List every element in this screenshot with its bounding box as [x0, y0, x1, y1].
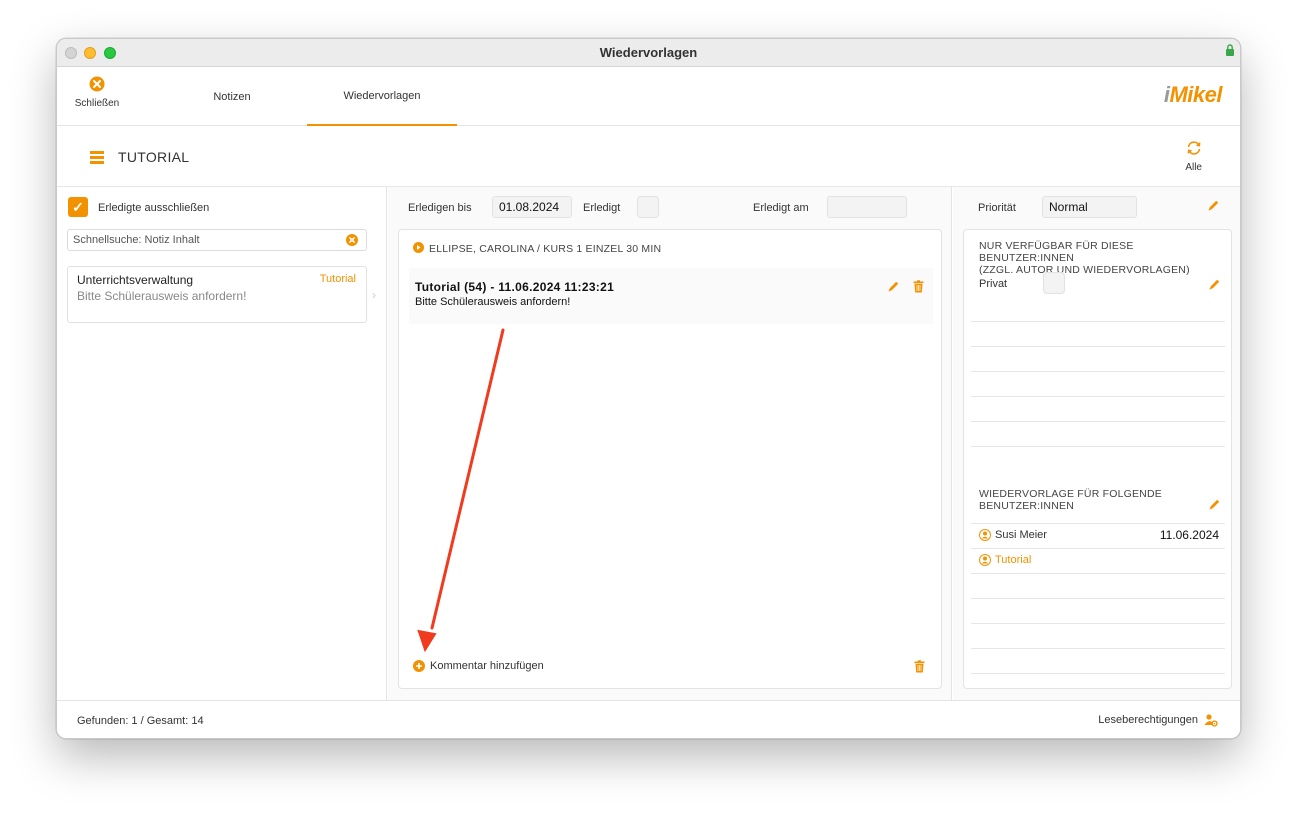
edit-availability-icon[interactable] — [1208, 278, 1221, 291]
note-panel: ELLIPSE, CAROLINA / KURS 1 EINZEL 30 MIN… — [398, 229, 942, 689]
done-at-field[interactable] — [827, 196, 907, 218]
followup-title: WIEDERVORLAGE FÜR FOLGENDE BENUTZER:INNE… — [979, 488, 1162, 512]
done-at-label: Erledigt am — [753, 202, 809, 214]
availability-title: NUR VERFÜGBAR FÜR DIESE BENUTZER:INNEN (… — [979, 240, 1190, 276]
note-entry: Tutorial (54) - 11.06.2024 11:23:21 Bitt… — [409, 268, 933, 324]
close-button[interactable]: Schließen — [71, 76, 123, 109]
clear-search-icon[interactable] — [346, 234, 358, 246]
found-count: Gefunden: 1 / Gesamt: 14 — [77, 715, 204, 727]
note-title: Tutorial (54) - 11.06.2024 11:23:21 — [415, 280, 615, 294]
note-body: Bitte Schülerausweis anfordern! — [415, 296, 571, 308]
plus-circle-icon — [413, 660, 425, 672]
done-label: Erledigt — [583, 202, 621, 214]
read-permissions-button[interactable]: Leseberechtigungen — [1098, 713, 1218, 727]
window-title: Wiedervorlagen — [599, 45, 698, 60]
search-input[interactable] — [68, 230, 338, 250]
exclude-done-checkbox[interactable]: ✓ — [68, 197, 88, 217]
refresh-all-button[interactable]: Alle — [1185, 141, 1202, 173]
user-name: Susi Meier — [995, 529, 1047, 541]
delete-note-icon[interactable] — [912, 280, 925, 293]
priority-select[interactable]: Normal — [1042, 196, 1137, 218]
edit-priority-icon[interactable] — [1207, 199, 1220, 212]
tab-wiedervorlagen[interactable]: Wiedervorlagen — [307, 68, 457, 126]
app-window: Wiedervorlagen Schließen Notizen Wiederv… — [56, 38, 1241, 739]
permissions-box: NUR VERFÜGBAR FÜR DIESE BENUTZER:INNEN (… — [963, 229, 1232, 689]
user-date: 11.06.2024 — [1159, 528, 1219, 542]
exclude-done-label: Erledigte ausschließen — [98, 202, 210, 214]
expand-circle-icon — [413, 242, 424, 253]
user-name: Tutorial — [995, 554, 1032, 566]
tab-notizen[interactable]: Notizen — [157, 68, 307, 126]
refresh-label: Alle — [1185, 162, 1202, 173]
entry-header[interactable]: ELLIPSE, CAROLINA / KURS 1 EINZEL 30 MIN — [413, 242, 661, 255]
refresh-icon — [1187, 141, 1201, 155]
private-checkbox[interactable] — [1043, 272, 1065, 294]
status-bar: Gefunden: 1 / Gesamt: 14 Leseberechtigun… — [57, 700, 1240, 738]
user-icon — [979, 554, 991, 566]
edit-followup-icon[interactable] — [1208, 498, 1221, 511]
user-icon — [979, 529, 991, 541]
read-permissions-label: Leseberechtigungen — [1098, 714, 1198, 726]
quick-search — [67, 229, 367, 251]
toolbar: Schließen Notizen Wiedervorlagen iMikel — [57, 68, 1240, 126]
imikel-logo: iMikel — [1163, 82, 1223, 107]
priority-label: Priorität — [978, 202, 1016, 214]
close-button-label: Schließen — [74, 98, 120, 109]
list-item-title: Unterrichtsverwaltung — [77, 273, 194, 287]
due-label: Erledigen bis — [408, 202, 472, 214]
delete-entry-icon[interactable] — [913, 660, 926, 673]
lock-icon — [1226, 44, 1234, 56]
chevron-right-icon: › — [372, 288, 376, 302]
detail-panel: Erledigen bis 01.08.2024 Erledigt Erledi… — [388, 187, 952, 700]
properties-panel: Priorität Normal NUR VERFÜGBAR FÜR DIESE… — [953, 187, 1240, 700]
page-header: TUTORIAL Alle — [57, 127, 1240, 187]
menu-icon[interactable] — [90, 151, 104, 164]
notes-list-panel: ✓ Erledigte ausschließen Unterrichtsverw… — [57, 187, 387, 700]
page-title: TUTORIAL — [118, 149, 190, 165]
entry-header-text: ELLIPSE, CAROLINA / KURS 1 EINZEL 30 MIN — [429, 243, 662, 255]
edit-note-icon[interactable] — [887, 280, 900, 293]
user-row[interactable]: Susi Meier 11.06.2024 — [979, 528, 1219, 542]
private-label: Privat — [979, 278, 1008, 290]
list-item-tag: Tutorial — [319, 273, 356, 285]
user-settings-icon — [1204, 714, 1218, 727]
close-circle-icon — [89, 76, 105, 92]
due-date-field[interactable]: 01.08.2024 — [492, 196, 572, 218]
done-checkbox[interactable] — [637, 196, 659, 218]
list-item-subtitle: Bitte Schülerausweis anfordern! — [77, 289, 247, 303]
add-comment-label: Kommentar hinzufügen — [430, 660, 544, 672]
list-item[interactable]: Unterrichtsverwaltung Bitte Schülerauswe… — [67, 266, 367, 323]
title-bar: Wiedervorlagen — [57, 39, 1240, 67]
user-row[interactable]: Tutorial — [979, 554, 1031, 566]
add-comment-button[interactable]: Kommentar hinzufügen — [413, 660, 544, 672]
